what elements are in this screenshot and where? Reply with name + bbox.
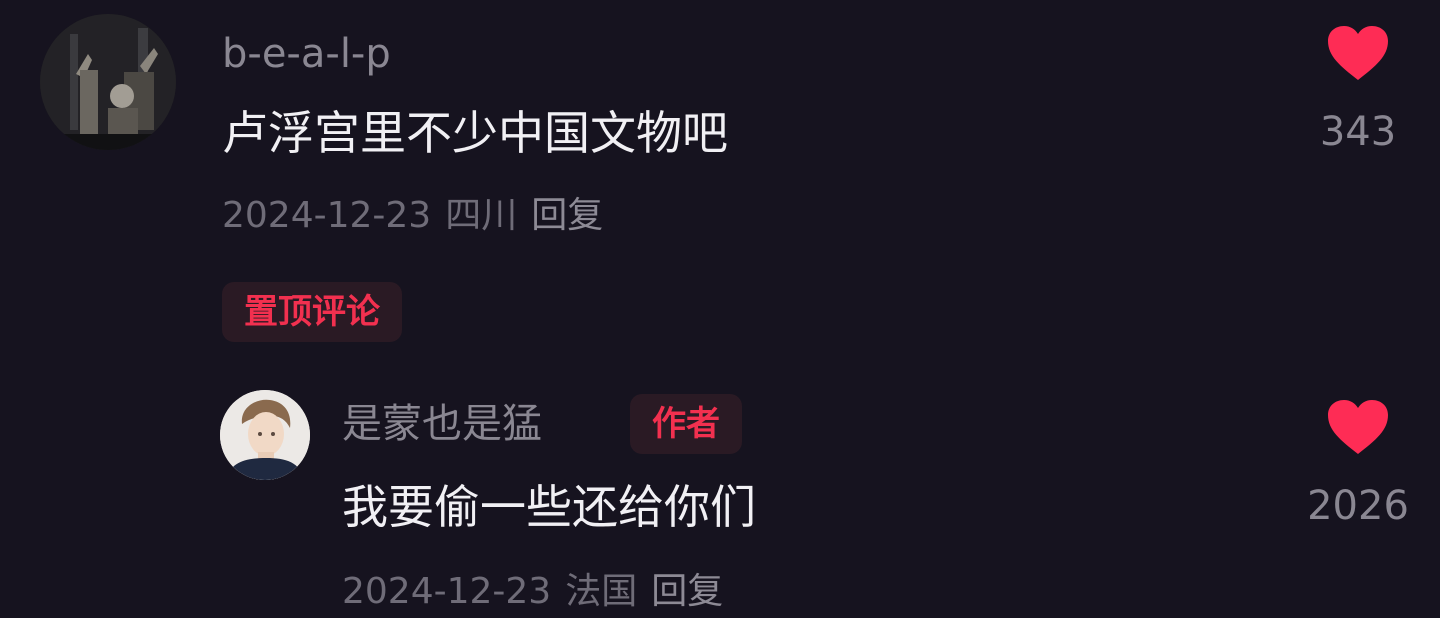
reply-avatar[interactable]	[220, 390, 310, 480]
comment-location: 四川	[445, 195, 518, 236]
reply-text: 我要偷一些还给你们	[342, 480, 756, 534]
author-badge: 作者	[630, 394, 742, 454]
reply-location: 法国	[565, 571, 638, 612]
reply-button[interactable]: 回复	[531, 198, 603, 234]
reply-date: 2024-12-23	[342, 571, 552, 612]
pinned-comment-badge: 置顶评论	[222, 282, 402, 342]
heart-icon[interactable]	[1326, 398, 1390, 456]
reply-meta: 2024-12-23 法国 回复	[342, 574, 723, 610]
comment-username[interactable]: b-e-a-l-p	[222, 34, 391, 74]
heart-icon[interactable]	[1326, 24, 1390, 82]
comment-section: b-e-a-l-p 卢浮宫里不少中国文物吧 2024-12-23 四川 回复 置…	[0, 0, 1440, 618]
like-count: 343	[1319, 109, 1397, 155]
reply-like-count: 2026	[1307, 483, 1409, 529]
avatar[interactable]	[40, 14, 176, 150]
comment-text: 卢浮宫里不少中国文物吧	[222, 106, 728, 160]
comment-date: 2024-12-23	[222, 195, 432, 236]
reply-username[interactable]: 是蒙也是猛	[342, 404, 542, 444]
reply-button[interactable]: 回复	[651, 574, 723, 610]
comment-meta: 2024-12-23 四川 回复	[222, 198, 603, 234]
